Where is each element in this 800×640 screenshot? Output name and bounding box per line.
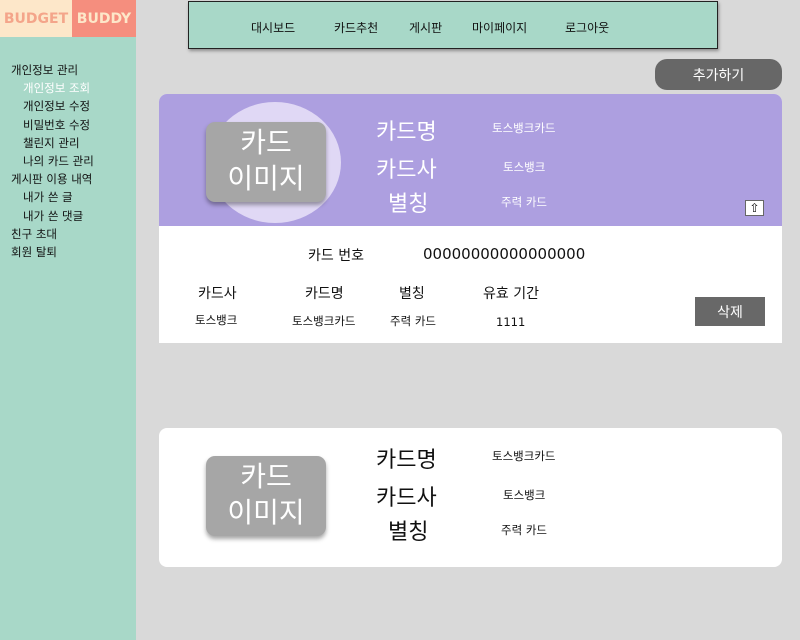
card-image-label-line1: 카드 xyxy=(240,126,292,159)
card-item[interactable]: 카드 이미지 카드명 카드사 별칭 토스뱅크카드 토스뱅크 주력 카드 xyxy=(159,428,782,567)
detail-value-issuer: 토스뱅크 xyxy=(195,313,238,327)
detail-value-alias: 주력 카드 xyxy=(390,314,436,328)
card-name-value: 토스뱅크카드 xyxy=(492,449,556,463)
card-name-value: 토스뱅크카드 xyxy=(492,121,556,135)
collapse-arrow-icon[interactable]: ⇧ xyxy=(745,200,764,216)
sidebar-item-my-cards[interactable]: 나의 카드 관리 xyxy=(0,152,136,170)
sidebar: BUDGET BUDDY 개인정보 관리 개인정보 조회 개인정보 수정 비밀번… xyxy=(0,0,136,640)
detail-value-name: 토스뱅크카드 xyxy=(292,314,356,328)
card-alias-label: 별칭 xyxy=(388,520,429,545)
logo-buddy: BUDDY xyxy=(72,0,136,37)
card-name-label: 카드명 xyxy=(376,120,437,145)
card-image: 카드 이미지 xyxy=(206,456,326,536)
detail-header-alias: 별칭 xyxy=(399,286,425,302)
card-summary[interactable]: 카드 이미지 카드명 카드사 별칭 토스뱅크카드 토스뱅크 주력 카드 ⇧ xyxy=(159,94,782,226)
sidebar-item-invite-friends[interactable]: 친구 초대 xyxy=(0,225,136,243)
sidebar-item-withdraw[interactable]: 회원 탈퇴 xyxy=(0,243,136,261)
sidebar-item-board-history[interactable]: 게시판 이용 내역 xyxy=(0,170,136,188)
nav-dashboard[interactable]: 대시보드 xyxy=(251,2,295,48)
card-number-label: 카드 번호 xyxy=(308,248,364,264)
card-image-label-line2: 이미지 xyxy=(227,162,305,195)
nav-mypage[interactable]: 마이페이지 xyxy=(472,2,527,48)
detail-header-name: 카드명 xyxy=(305,286,344,302)
nav-card-recommend[interactable]: 카드추천 xyxy=(334,2,378,48)
detail-header-issuer: 카드사 xyxy=(198,286,237,302)
sidebar-item-personal-info[interactable]: 개인정보 관리 xyxy=(0,61,136,79)
app-logo[interactable]: BUDGET BUDDY xyxy=(0,0,136,37)
card-image-label-line2: 이미지 xyxy=(227,496,305,529)
card-alias-label: 별칭 xyxy=(388,192,429,217)
card-item-selected: 카드 이미지 카드명 카드사 별칭 토스뱅크카드 토스뱅크 주력 카드 ⇧ 카드… xyxy=(159,94,782,343)
sidebar-item-view-info[interactable]: 개인정보 조회 xyxy=(0,79,136,97)
card-alias-value: 주력 카드 xyxy=(501,195,547,209)
sidebar-item-challenges[interactable]: 챌린지 관리 xyxy=(0,134,136,152)
sidebar-menu: 개인정보 관리 개인정보 조회 개인정보 수정 비밀번호 수정 챌린지 관리 나… xyxy=(0,37,136,261)
card-issuer-label: 카드사 xyxy=(376,486,437,511)
add-card-button[interactable]: 추가하기 xyxy=(655,59,782,90)
nav-logout[interactable]: 로그아웃 xyxy=(565,2,609,48)
card-number-value: 00000000000000000 xyxy=(423,245,586,263)
card-alias-value: 주력 카드 xyxy=(501,523,547,537)
sidebar-item-my-posts[interactable]: 내가 쓴 글 xyxy=(0,188,136,206)
card-issuer-value: 토스뱅크 xyxy=(503,160,546,174)
top-nav: 대시보드 카드추천 게시판 마이페이지 로그아웃 xyxy=(188,1,718,49)
delete-card-button[interactable]: 삭제 xyxy=(695,297,765,326)
nav-board[interactable]: 게시판 xyxy=(409,2,442,48)
card-issuer-label: 카드사 xyxy=(376,158,437,183)
card-issuer-value: 토스뱅크 xyxy=(503,488,546,502)
card-name-label: 카드명 xyxy=(376,448,437,473)
sidebar-item-my-comments[interactable]: 내가 쓴 댓글 xyxy=(0,207,136,225)
detail-header-expiry: 유효 기간 xyxy=(483,286,539,302)
logo-budget: BUDGET xyxy=(0,0,72,37)
card-image: 카드 이미지 xyxy=(206,122,326,202)
sidebar-item-change-password[interactable]: 비밀번호 수정 xyxy=(0,116,136,134)
detail-value-expiry: 1111 xyxy=(496,315,526,329)
card-image-label-line1: 카드 xyxy=(240,460,292,493)
sidebar-item-edit-info[interactable]: 개인정보 수정 xyxy=(0,97,136,115)
